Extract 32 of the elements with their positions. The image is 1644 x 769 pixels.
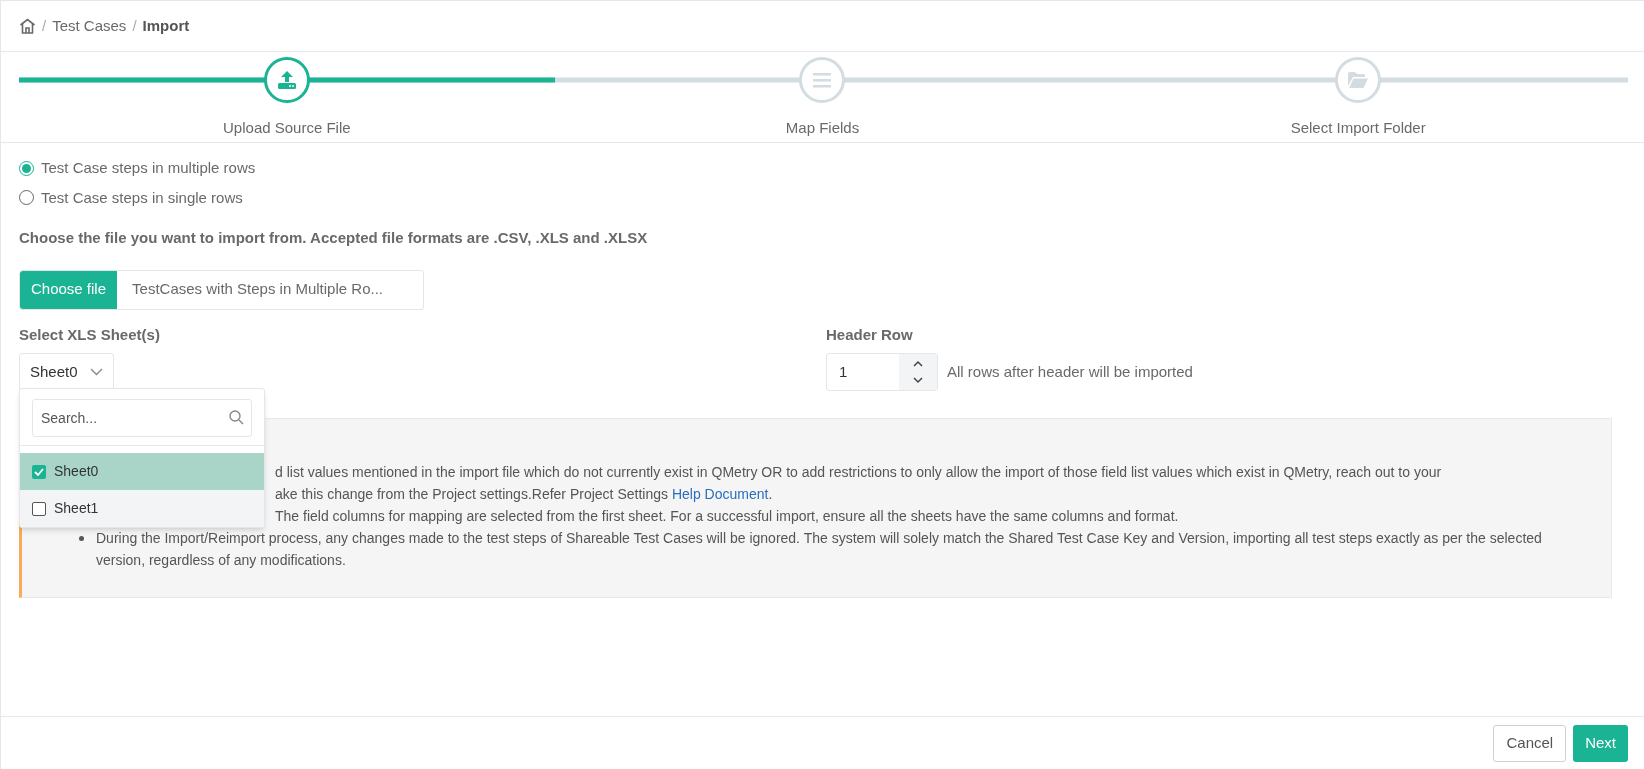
header-row-hint: All rows after header will be imported bbox=[947, 361, 1193, 382]
home-icon[interactable] bbox=[19, 18, 36, 34]
upload-icon bbox=[276, 71, 297, 89]
checkbox[interactable] bbox=[32, 501, 46, 516]
step-label: Map Fields bbox=[785, 118, 860, 138]
step-label: Upload Source File bbox=[223, 118, 351, 138]
list-icon bbox=[813, 72, 832, 88]
radio-label[interactable]: Test Case steps in single rows bbox=[41, 186, 243, 209]
sheet-option[interactable]: Sheet0 bbox=[20, 453, 264, 490]
cancel-button[interactable]: Cancel bbox=[1493, 724, 1567, 762]
sheet-option[interactable]: Sheet1 bbox=[20, 490, 264, 527]
breadcrumb-link[interactable]: Test Cases bbox=[52, 14, 127, 38]
note-text: d list values mentioned in the import file which do not currently exist in QMetry OR to add restrictions to only allow the import of those field list values which exist in QMetry, reach out to your bbox=[275, 463, 1443, 482]
search-icon bbox=[229, 410, 244, 425]
chevron-down-icon bbox=[89, 368, 103, 376]
breadcrumb-separator: / bbox=[132, 15, 137, 36]
checkbox[interactable] bbox=[32, 464, 46, 479]
note-text: The field columns for mapping are selected from the first sheet. For a successful import, ensure all the sheets have the same columns and format. bbox=[275, 507, 1180, 526]
step-label: Select Import Folder bbox=[1290, 118, 1426, 138]
search-field[interactable]: Search... bbox=[32, 399, 252, 437]
file-format-note: Choose the file you want to import from. Accepted file formats are .CSV, .XLS and .XLSX bbox=[19, 228, 649, 248]
note-text: During the Import/Reimport process, any changes made to the test steps of Shareable Test Cases will be ignored. The system will solely match the Shared Test Case Key and Version, importing all test steps exactly as per the selected version, regardless of any modifications. bbox=[96, 529, 1543, 570]
breadcrumb-current: Import bbox=[142, 15, 190, 36]
folder-icon bbox=[1348, 72, 1369, 88]
header-row-field[interactable]: 1 bbox=[826, 353, 938, 391]
note-text: ake this change from the Project settings.Refer Project Settings Help Document. bbox=[275, 485, 774, 504]
field-label: Select XLS Sheet(s) bbox=[19, 324, 161, 345]
field-label: Header Row bbox=[826, 324, 914, 345]
radio-label[interactable]: Test Case steps in multiple rows bbox=[41, 157, 256, 180]
spinner-arrows-icon[interactable] bbox=[899, 354, 937, 390]
breadcrumb-separator: / bbox=[42, 15, 47, 36]
bullet-icon bbox=[79, 536, 84, 541]
